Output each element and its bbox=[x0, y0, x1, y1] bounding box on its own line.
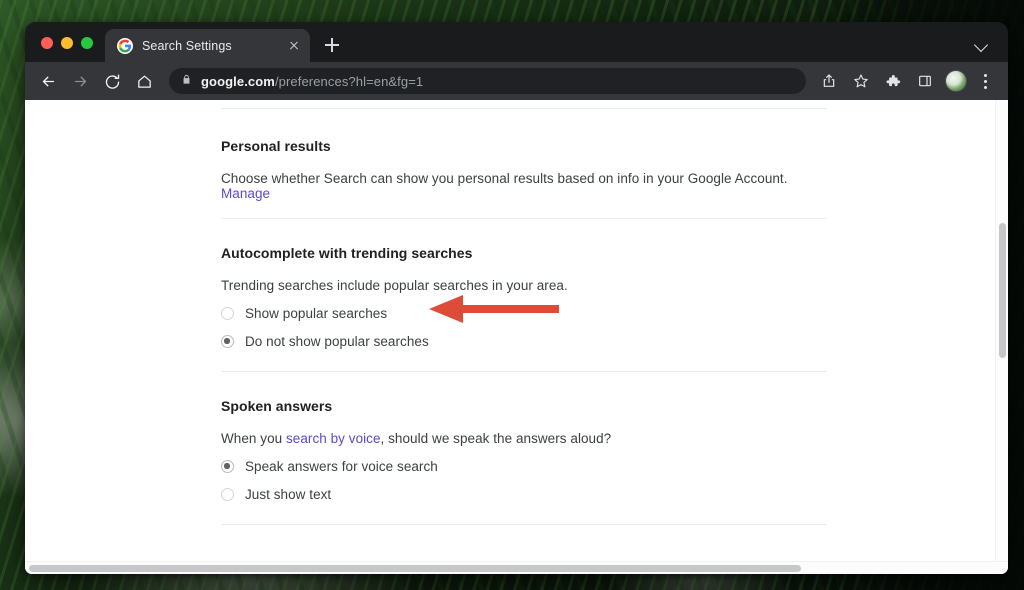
radio-label: Just show text bbox=[245, 487, 332, 502]
puzzle-icon[interactable] bbox=[878, 66, 908, 96]
spoken-answers-description-post: , should we speak the answers aloud? bbox=[380, 431, 612, 446]
home-icon[interactable] bbox=[129, 66, 159, 96]
radio-option-show-popular-searches[interactable]: Show popular searches bbox=[221, 306, 827, 321]
radio-label: Speak answers for voice search bbox=[245, 459, 438, 474]
radio-label: Show popular searches bbox=[245, 306, 388, 321]
browser-tab-search-settings[interactable]: Search Settings bbox=[105, 29, 310, 62]
vertical-scrollbar-thumb[interactable] bbox=[999, 223, 1006, 358]
side-panel-icon[interactable] bbox=[910, 66, 940, 96]
settings-content: Personal results Choose whether Search c… bbox=[25, 108, 1008, 561]
section-spoken-answers: Spoken answers When you search by voice,… bbox=[221, 398, 827, 502]
star-icon[interactable] bbox=[846, 66, 876, 96]
browser-toolbar: google.com/preferences?hl=en&fg=1 bbox=[25, 62, 1008, 100]
three-dot-menu-icon[interactable] bbox=[972, 66, 998, 96]
share-icon[interactable] bbox=[814, 66, 844, 96]
avatar[interactable] bbox=[945, 70, 967, 92]
page-viewport: Personal results Choose whether Search c… bbox=[25, 100, 1008, 574]
address-bar[interactable]: google.com/preferences?hl=en&fg=1 bbox=[169, 68, 806, 94]
radio-option-just-show-text[interactable]: Just show text bbox=[221, 487, 827, 502]
back-arrow-icon[interactable] bbox=[33, 66, 63, 96]
personal-results-description: Choose whether Search can show you perso… bbox=[221, 171, 788, 186]
url-domain: google.com bbox=[201, 73, 275, 89]
radio-icon[interactable] bbox=[221, 488, 234, 501]
horizontal-scrollbar-thumb[interactable] bbox=[29, 565, 801, 572]
horizontal-scrollbar[interactable] bbox=[25, 561, 1008, 574]
section-title: Autocomplete with trending searches bbox=[221, 245, 473, 261]
url-path: /preferences?hl=en&fg=1 bbox=[274, 73, 424, 89]
close-window-button[interactable] bbox=[41, 37, 53, 49]
spoken-answers-description-pre: When you bbox=[221, 431, 286, 446]
tab-strip: Search Settings bbox=[25, 22, 1008, 62]
radio-option-speak-answers-for-voice-search[interactable]: Speak answers for voice search bbox=[221, 459, 827, 474]
lock-icon bbox=[181, 72, 192, 90]
radio-icon[interactable] bbox=[221, 335, 234, 348]
radio-icon[interactable] bbox=[221, 307, 234, 320]
chevron-down-icon[interactable] bbox=[970, 32, 994, 56]
minimize-window-button[interactable] bbox=[61, 37, 73, 49]
new-tab-button[interactable] bbox=[318, 31, 346, 59]
forward-arrow-icon[interactable] bbox=[65, 66, 95, 96]
window-controls bbox=[25, 37, 105, 62]
section-title: Personal results bbox=[221, 138, 331, 154]
section-personal-results: Personal results Choose whether Search c… bbox=[221, 138, 827, 201]
radio-icon[interactable] bbox=[221, 460, 234, 473]
section-description: When you search by voice, should we spea… bbox=[221, 431, 827, 446]
tab-title: Search Settings bbox=[142, 38, 232, 53]
google-g-icon bbox=[117, 37, 133, 54]
section-autocomplete-trending: Autocomplete with trending searches Tren… bbox=[221, 245, 827, 349]
google-search-settings-page: Personal results Choose whether Search c… bbox=[25, 100, 1008, 561]
search-by-voice-link[interactable]: search by voice bbox=[286, 431, 381, 446]
url-text: google.com/preferences?hl=en&fg=1 bbox=[201, 74, 423, 89]
radio-option-do-not-show-popular-searches[interactable]: Do not show popular searches bbox=[221, 334, 827, 349]
reload-icon[interactable] bbox=[97, 66, 127, 96]
browser-window: Search Settings google.com/preferences?h… bbox=[25, 22, 1008, 574]
vertical-scrollbar[interactable] bbox=[995, 100, 1008, 561]
section-description: Trending searches include popular search… bbox=[221, 278, 568, 293]
radio-label: Do not show popular searches bbox=[245, 334, 429, 349]
maximize-window-button[interactable] bbox=[81, 37, 93, 49]
section-title: Spoken answers bbox=[221, 398, 333, 414]
section-description: Choose whether Search can show you perso… bbox=[221, 171, 827, 201]
close-icon[interactable] bbox=[285, 37, 302, 54]
manage-link[interactable]: Manage bbox=[221, 186, 270, 201]
